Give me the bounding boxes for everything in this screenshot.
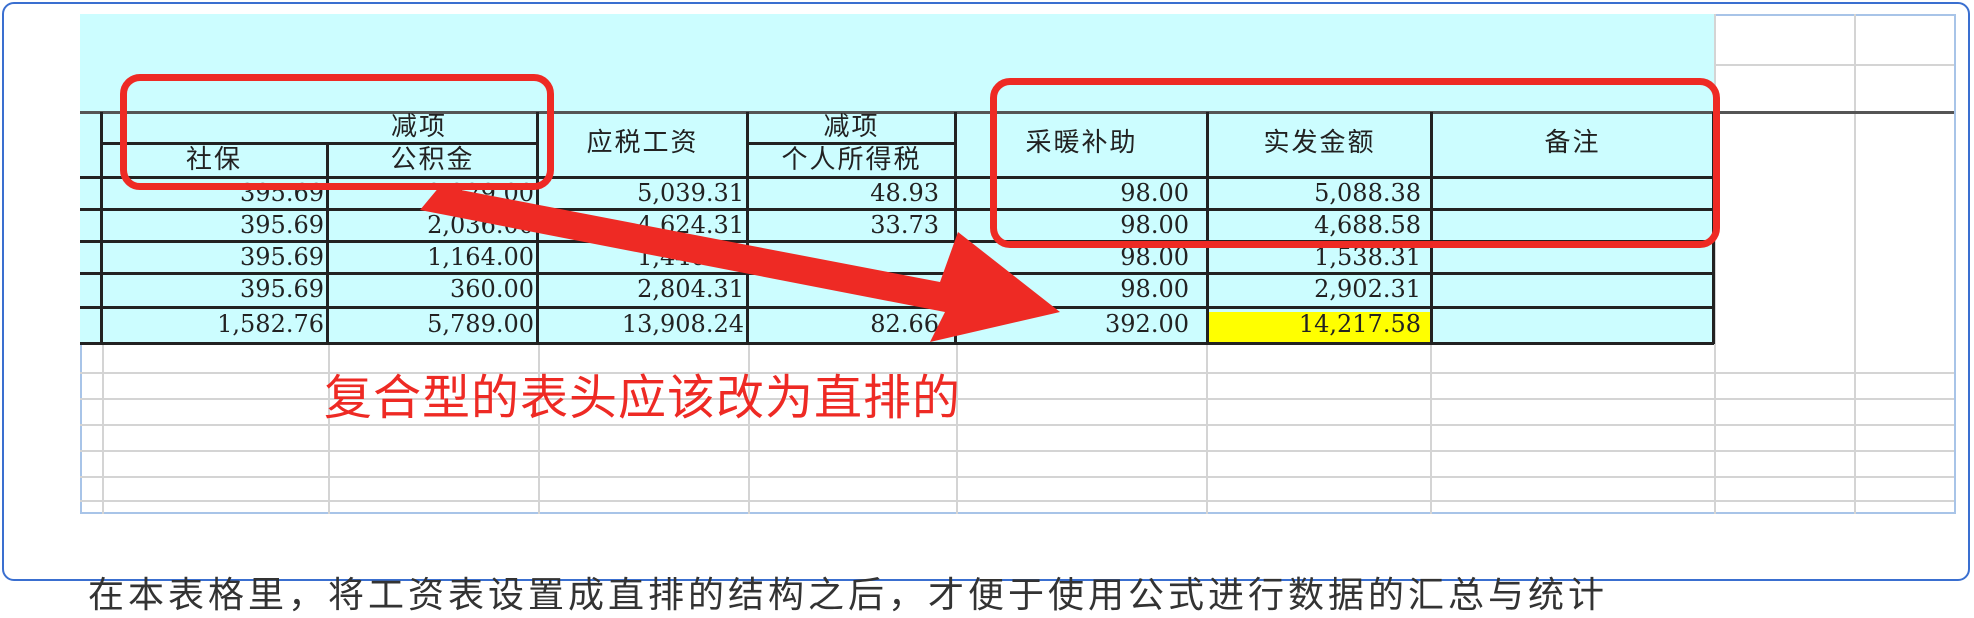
annotation-text: 复合型的表头应该改为直排的 — [324, 370, 962, 426]
arrow-icon — [420, 186, 1060, 342]
document-body-text: 在本表格里，将工资表设置成直排的结构之后，才便于使用公式进行数据的汇总与统计 — [88, 575, 1609, 616]
